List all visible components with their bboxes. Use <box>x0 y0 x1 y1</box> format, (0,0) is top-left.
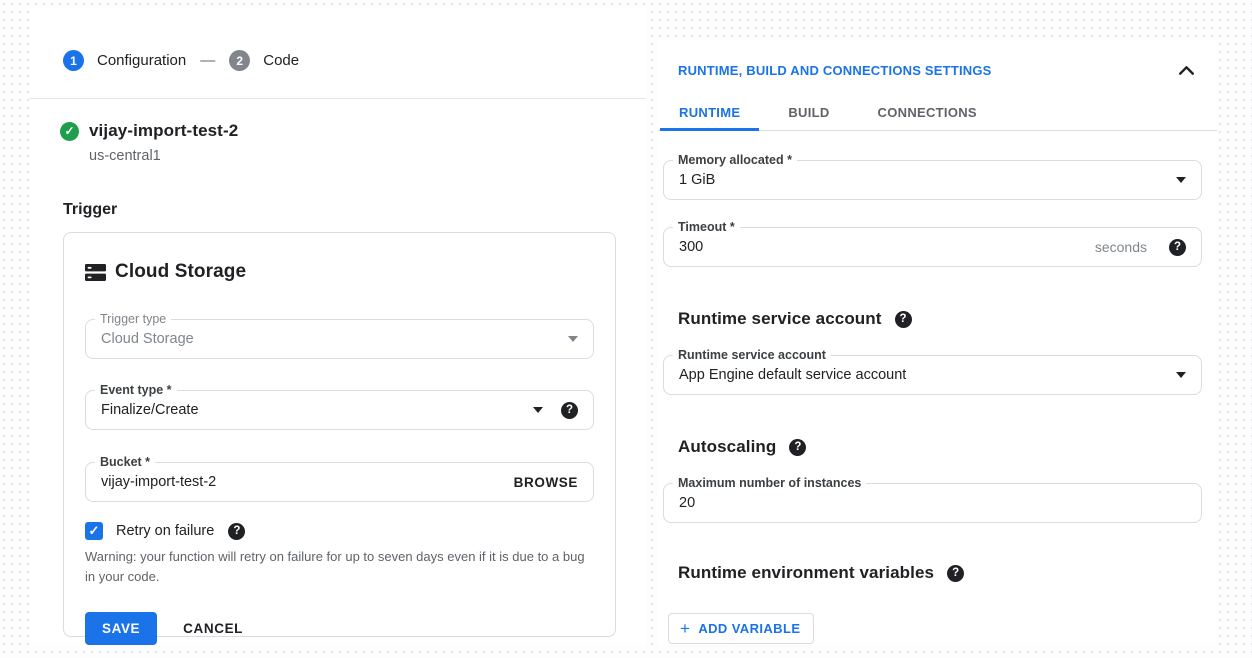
max-instances-input[interactable]: Maximum number of instances 20 <box>663 483 1202 523</box>
retry-label: Retry on failure <box>116 523 214 539</box>
event-type-value: Finalize/Create <box>101 402 523 418</box>
tab-runtime[interactable]: RUNTIME <box>660 93 759 131</box>
autoscaling-heading-row: Autoscaling ? <box>678 437 1202 457</box>
retry-checkbox[interactable]: ✓ <box>85 522 103 540</box>
bucket-label: Bucket * <box>95 455 155 469</box>
service-account-heading: Runtime service account <box>678 309 882 329</box>
plus-icon: + <box>680 620 690 637</box>
help-glyph: ? <box>952 567 959 579</box>
help-glyph: ? <box>233 525 240 537</box>
cloud-storage-icon <box>85 263 106 282</box>
autoscaling-help-icon[interactable]: ? <box>789 439 806 456</box>
save-button[interactable]: SAVE <box>85 612 157 645</box>
trigger-card-actions: SAVE CANCEL <box>85 612 594 645</box>
function-region: us-central1 <box>89 148 161 164</box>
function-name: vijay-import-test-2 <box>89 121 238 141</box>
trigger-type-select[interactable]: Trigger type Cloud Storage <box>85 319 594 359</box>
settings-expander-header[interactable]: RUNTIME, BUILD AND CONNECTIONS SETTINGS <box>658 40 1217 78</box>
memory-allocated-value: 1 GiB <box>679 172 1166 188</box>
dropdown-arrow-icon <box>1176 372 1186 378</box>
trigger-type-label: Trigger type <box>95 312 171 326</box>
runtime-service-account-label: Runtime service account <box>673 348 831 362</box>
step-2-label[interactable]: Code <box>263 52 299 69</box>
retry-on-failure-row: ✓ Retry on failure ? <box>85 522 594 540</box>
runtime-service-account-select[interactable]: Runtime service account App Engine defau… <box>663 355 1202 395</box>
step-separator: — <box>200 52 215 69</box>
check-glyph: ✓ <box>89 523 100 539</box>
event-type-help-icon[interactable]: ? <box>561 402 578 419</box>
runtime-settings-panel: RUNTIME, BUILD AND CONNECTIONS SETTINGS … <box>658 40 1217 645</box>
retry-warning-text: Warning: your function will retry on fai… <box>85 547 594 586</box>
function-name-row: ✓ vijay-import-test-2 <box>60 121 238 141</box>
trigger-type-value: Cloud Storage <box>101 331 558 347</box>
timeout-suffix: seconds <box>1095 239 1147 255</box>
add-variable-label: ADD VARIABLE <box>698 621 800 636</box>
event-type-select[interactable]: Event type * Finalize/Create ? <box>85 390 594 430</box>
step-2-number: 2 <box>236 54 243 68</box>
trigger-card-title: Cloud Storage <box>115 261 246 283</box>
step-1-number: 1 <box>70 54 77 68</box>
trigger-section-heading: Trigger <box>63 201 117 219</box>
help-glyph: ? <box>794 441 801 453</box>
trigger-card-title-row: Cloud Storage <box>85 261 594 283</box>
configuration-panel: 1 Configuration — 2 Code ✓ vijay-import-… <box>30 8 646 645</box>
step-1-label[interactable]: Configuration <box>97 52 186 69</box>
event-type-label: Event type * <box>95 383 177 397</box>
help-glyph: ? <box>566 404 573 416</box>
dropdown-arrow-icon <box>1176 177 1186 183</box>
help-glyph: ? <box>1174 241 1181 253</box>
timeout-help-icon[interactable]: ? <box>1169 239 1186 256</box>
stepper-divider <box>30 98 646 99</box>
service-account-help-icon[interactable]: ? <box>895 311 912 328</box>
chevron-up-icon[interactable] <box>1178 65 1195 76</box>
env-variables-heading: Runtime environment variables <box>678 563 934 583</box>
bucket-input[interactable]: Bucket * vijay-import-test-2 BROWSE <box>85 462 594 502</box>
settings-tabs: RUNTIME BUILD CONNECTIONS <box>658 93 1217 131</box>
memory-allocated-label: Memory allocated * <box>673 153 797 167</box>
stepper: 1 Configuration — 2 Code <box>63 50 313 71</box>
runtime-tab-content: Memory allocated * 1 GiB Timeout * 300 s… <box>658 131 1217 644</box>
trigger-card: Cloud Storage Trigger type Cloud Storage… <box>63 232 616 637</box>
env-variables-heading-row: Runtime environment variables ? <box>678 563 1202 583</box>
autoscaling-heading: Autoscaling <box>678 437 776 457</box>
dropdown-arrow-icon <box>568 336 578 342</box>
cancel-button[interactable]: CANCEL <box>183 621 243 636</box>
bucket-value: vijay-import-test-2 <box>101 474 514 490</box>
browse-button[interactable]: BROWSE <box>514 475 578 490</box>
help-glyph: ? <box>900 313 907 325</box>
timeout-label: Timeout * <box>673 220 740 234</box>
add-variable-button[interactable]: + ADD VARIABLE <box>668 613 814 644</box>
settings-expander-label: RUNTIME, BUILD AND CONNECTIONS SETTINGS <box>678 63 992 78</box>
timeout-input[interactable]: Timeout * 300 seconds ? <box>663 227 1202 267</box>
tab-build[interactable]: BUILD <box>769 93 848 131</box>
tab-connections[interactable]: CONNECTIONS <box>859 93 996 131</box>
retry-help-icon[interactable]: ? <box>228 523 245 540</box>
service-account-heading-row: Runtime service account ? <box>678 309 1202 329</box>
success-check-icon: ✓ <box>60 122 79 141</box>
runtime-service-account-value: App Engine default service account <box>679 367 1166 383</box>
check-glyph: ✓ <box>64 124 74 138</box>
max-instances-value: 20 <box>679 495 1186 511</box>
env-variables-help-icon[interactable]: ? <box>947 565 964 582</box>
dropdown-arrow-icon <box>533 407 543 413</box>
memory-allocated-select[interactable]: Memory allocated * 1 GiB <box>663 160 1202 200</box>
step-1-badge[interactable]: 1 <box>63 50 84 71</box>
timeout-value: 300 <box>679 239 1095 255</box>
step-2-badge[interactable]: 2 <box>229 50 250 71</box>
max-instances-label: Maximum number of instances <box>673 476 866 490</box>
